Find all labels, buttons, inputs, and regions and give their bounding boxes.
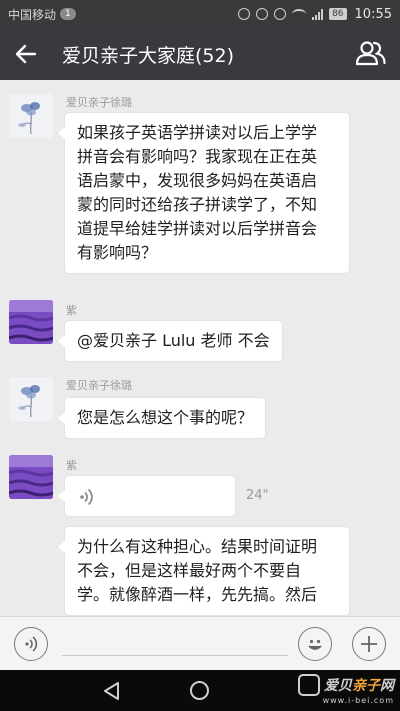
- triangle-back-icon[interactable]: [102, 681, 120, 701]
- blue-flower-avatar-image: [9, 94, 53, 138]
- status-bar: 中国移动 1 86 10:55: [0, 0, 400, 28]
- message-line: 有影响吗？: [77, 243, 158, 262]
- message-bubble[interactable]: 为什么有这种担心。结果时间证明 不会，但是这样最好两个不要自 学。就像醉酒一样，…: [58, 526, 350, 616]
- message-item: 爱贝亲子徐璐 您是怎么想这个事的呢？: [0, 377, 400, 447]
- circle-home-icon[interactable]: [190, 681, 209, 700]
- lavender-field-avatar-image: [9, 300, 53, 344]
- clock-time: 10:55: [354, 6, 392, 22]
- sender-avatar[interactable]: [9, 94, 53, 138]
- input-bar: [0, 616, 400, 670]
- sender-avatar[interactable]: [9, 377, 53, 421]
- voice-message-bubble[interactable]: [58, 475, 236, 517]
- sender-avatar[interactable]: [9, 300, 53, 344]
- message-line: 如果孩子英语学拼读对以后上学学: [77, 123, 318, 142]
- message-line: 道提早给娃学拼读对以后学拼音会: [77, 219, 318, 238]
- message-bubble[interactable]: 您是怎么想这个事的呢？: [57, 397, 267, 439]
- more-options-button[interactable]: [352, 627, 386, 661]
- message-list[interactable]: 爱贝亲子徐璐 如果孩子英语学拼读对以后上学学 拼音会有影响吗？我家现在正在英 语…: [0, 80, 400, 616]
- emoji-face-icon: [308, 639, 322, 650]
- text-input-field[interactable]: [62, 655, 288, 656]
- sender-name: 紫: [66, 304, 77, 317]
- alarm-clock-icon: [274, 8, 287, 20]
- message-bubble[interactable]: 如果孩子英语学拼读对以后上学学 拼音会有影响吗？我家现在正在英 语启蒙中，发现很…: [58, 112, 350, 274]
- plus-icon: [361, 636, 377, 652]
- message-bubble[interactable]: @爱贝亲子 Lulu 老师 不会: [58, 320, 283, 362]
- watermark-url: www.i-bei.com: [322, 696, 394, 705]
- sender-avatar[interactable]: [9, 455, 53, 499]
- do-not-disturb-icon: [238, 8, 251, 20]
- voice-wave-icon: [80, 488, 93, 506]
- voice-duration: 24": [246, 488, 269, 503]
- group-members-icon: [355, 41, 386, 66]
- message-line: @爱贝亲子 Lulu 老师 不会: [77, 331, 270, 350]
- message-line: 为什么有这种担心。结果时间证明: [77, 537, 318, 556]
- group-members-button[interactable]: [355, 40, 386, 68]
- notification-count-badge: 1: [60, 8, 76, 20]
- message-line: 不会，但是这样最好两个不要自: [77, 561, 302, 580]
- message-line: 语启蒙中，发现很多妈妈在英语启: [77, 171, 318, 190]
- message-line: 蒙的同时还给孩子拼读学了，不知: [77, 195, 318, 214]
- sender-name: 爱贝亲子徐璐: [66, 379, 132, 392]
- back-button[interactable]: [0, 28, 52, 80]
- message-line: 您是怎么想这个事的呢？: [77, 408, 254, 427]
- voice-mode-icon: [25, 636, 38, 652]
- voice-mode-button[interactable]: [14, 627, 48, 661]
- system-navigation-bar: 爱贝亲子网 www.i-bei.com: [0, 670, 400, 711]
- message-item: 为什么有这种担心。结果时间证明 不会，但是这样最好两个不要自 学。就像醉酒一样，…: [0, 526, 400, 616]
- site-watermark: 爱贝亲子网 www.i-bei.com: [298, 674, 394, 705]
- carrier-group: 中国移动 1: [8, 6, 76, 23]
- lavender-field-avatar-image: [9, 455, 53, 499]
- message-item: 爱贝亲子徐璐 如果孩子英语学拼读对以后上学学 拼音会有影响吗？我家现在正在英 语…: [0, 94, 400, 284]
- signal-strength-icon: [312, 8, 324, 20]
- carrier-name: 中国移动: [8, 7, 57, 22]
- vibrate-icon: [256, 8, 269, 20]
- sender-name: 爱贝亲子徐璐: [66, 96, 132, 109]
- battery-icon: 86: [329, 8, 347, 20]
- watermark-text: 爱贝亲子网: [324, 678, 394, 694]
- message-item: 紫 @爱贝亲子 Lulu 老师 不会: [0, 300, 400, 370]
- wifi-icon: [292, 9, 307, 19]
- watermark-logo-icon: [298, 674, 320, 696]
- sender-name: 紫: [66, 459, 77, 472]
- chat-title: 爱贝亲子大家庭(52): [62, 44, 235, 67]
- message-line: 拼音会有影响吗？我家现在正在英: [77, 147, 318, 166]
- status-icons: 86 10:55: [238, 7, 392, 22]
- message-item: 紫 24": [0, 455, 400, 525]
- message-line: 学。就像醉酒一样，先先搞。然后: [77, 585, 318, 604]
- blue-flower-avatar-image: [9, 377, 53, 421]
- chat-header: 爱贝亲子大家庭(52): [0, 28, 400, 80]
- emoji-button[interactable]: [298, 627, 332, 661]
- arrow-left-icon: [15, 44, 37, 64]
